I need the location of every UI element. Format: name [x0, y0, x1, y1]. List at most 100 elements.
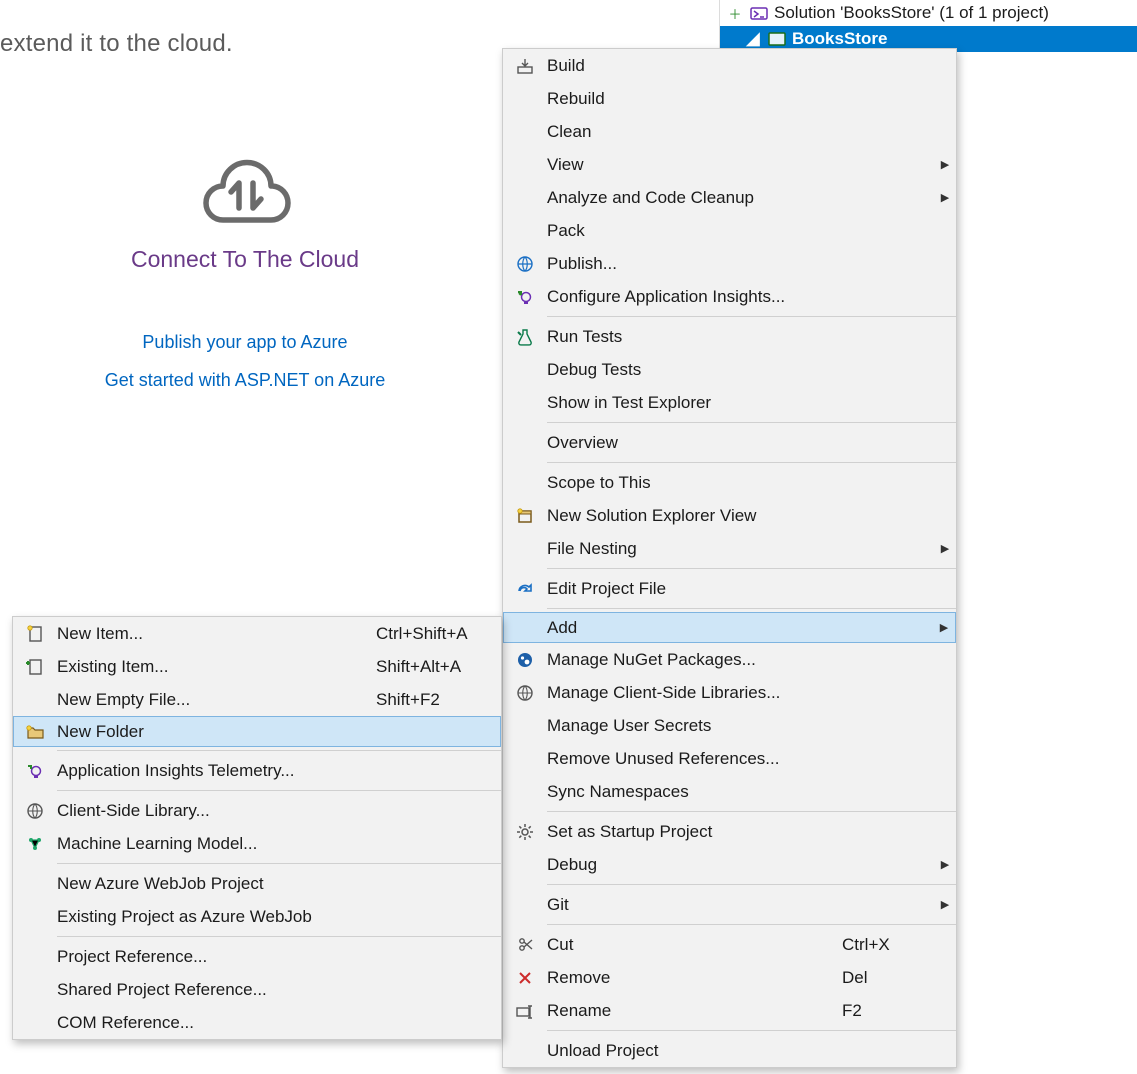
menu-file-nesting-label: File Nesting	[547, 539, 842, 559]
menu-git[interactable]: Git▶	[503, 888, 956, 921]
menu-set-startup-label: Set as Startup Project	[547, 822, 842, 842]
menu-cut[interactable]: Cut Ctrl+X	[503, 928, 956, 961]
menu-separator	[547, 884, 956, 885]
menu-separator	[57, 936, 501, 937]
menu-publish[interactable]: Publish...	[503, 247, 956, 280]
expand-plus-icon[interactable]: ＋	[726, 4, 744, 23]
menu-manage-nuget[interactable]: Manage NuGet Packages...	[503, 643, 956, 676]
menu-new-solution-explorer-view-label: New Solution Explorer View	[547, 506, 842, 526]
submenu-existing-item-shortcut: Shift+Alt+A	[376, 657, 501, 677]
menu-view-label: View	[547, 155, 842, 175]
menu-scope-to-this[interactable]: Scope to This	[503, 466, 956, 499]
menu-manage-client-libs[interactable]: Manage Client-Side Libraries...	[503, 676, 956, 709]
submenu-ml-model-label: Machine Learning Model...	[57, 834, 376, 854]
submenu-existing-azure-webjob[interactable]: Existing Project as Azure WebJob	[13, 900, 501, 933]
new-view-icon	[503, 507, 547, 525]
globe-icon	[503, 255, 547, 273]
menu-rename-shortcut: F2	[842, 1001, 934, 1021]
menu-show-test-explorer-label: Show in Test Explorer	[547, 393, 842, 413]
submenu-arrow-icon: ▶	[933, 621, 955, 634]
menu-run-tests-label: Run Tests	[547, 327, 842, 347]
menu-file-nesting[interactable]: File Nesting▶	[503, 532, 956, 565]
menu-edit-project-file[interactable]: Edit Project File	[503, 572, 956, 605]
menu-add[interactable]: Add ▶	[503, 612, 956, 643]
menu-overview[interactable]: Overview	[503, 426, 956, 459]
menu-view[interactable]: View ▶	[503, 148, 956, 181]
submenu-existing-item[interactable]: Existing Item... Shift+Alt+A	[13, 650, 501, 683]
menu-separator	[547, 316, 956, 317]
menu-remove-unused-refs-label: Remove Unused References...	[547, 749, 842, 769]
menu-run-tests[interactable]: Run Tests	[503, 320, 956, 353]
solution-node[interactable]: ＋ Solution 'BooksStore' (1 of 1 project)	[720, 0, 1137, 26]
submenu-ml-model[interactable]: Machine Learning Model...	[13, 827, 501, 860]
globe-icon	[13, 802, 57, 820]
menu-rebuild[interactable]: Rebuild	[503, 82, 956, 115]
submenu-new-empty-file[interactable]: New Empty File... Shift+F2	[13, 683, 501, 716]
edit-arrow-icon	[503, 580, 547, 598]
menu-debug[interactable]: Debug ▶	[503, 848, 956, 881]
submenu-shared-project-reference[interactable]: Shared Project Reference...	[13, 973, 501, 1006]
menu-pack-label: Pack	[547, 221, 842, 241]
menu-debug-label: Debug	[547, 855, 842, 875]
menu-remove[interactable]: Remove Del	[503, 961, 956, 994]
flask-icon	[503, 328, 547, 346]
menu-unload-project-label: Unload Project	[547, 1041, 842, 1061]
submenu-new-azure-webjob[interactable]: New Azure WebJob Project	[13, 867, 501, 900]
menu-rename[interactable]: Rename F2	[503, 994, 956, 1027]
submenu-new-item-label: New Item...	[57, 624, 376, 644]
menu-sync-namespaces[interactable]: Sync Namespaces	[503, 775, 956, 808]
menu-rebuild-label: Rebuild	[547, 89, 842, 109]
menu-remove-unused-refs[interactable]: Remove Unused References...	[503, 742, 956, 775]
publish-azure-link[interactable]: Publish your app to Azure	[85, 323, 405, 361]
menu-analyze[interactable]: Analyze and Code Cleanup ▶	[503, 181, 956, 214]
project-context-menu: Build Rebuild Clean View ▶ Analyze and Co…	[502, 48, 957, 1068]
cloud-icon	[199, 150, 291, 228]
submenu-app-insights-telemetry-label: Application Insights Telemetry...	[57, 761, 376, 781]
menu-separator	[57, 863, 501, 864]
submenu-project-reference[interactable]: Project Reference...	[13, 940, 501, 973]
submenu-com-reference[interactable]: COM Reference...	[13, 1006, 501, 1039]
get-started-aspnet-link[interactable]: Get started with ASP.NET on Azure	[85, 361, 405, 399]
menu-pack[interactable]: Pack	[503, 214, 956, 247]
nuget-icon	[503, 651, 547, 669]
submenu-new-item[interactable]: New Item... Ctrl+Shift+A	[13, 617, 501, 650]
menu-rename-label: Rename	[547, 1001, 842, 1021]
menu-publish-label: Publish...	[547, 254, 842, 274]
new-item-icon	[13, 625, 57, 643]
overview-subheading: extend it to the cloud.	[0, 30, 233, 58]
menu-set-startup[interactable]: Set as Startup Project	[503, 815, 956, 848]
menu-separator	[57, 750, 501, 751]
menu-separator	[547, 811, 956, 812]
menu-build-label: Build	[547, 56, 842, 76]
menu-config-insights[interactable]: Configure Application Insights...	[503, 280, 956, 313]
submenu-client-side-library[interactable]: Client-Side Library...	[13, 794, 501, 827]
submenu-app-insights-telemetry[interactable]: Application Insights Telemetry...	[13, 754, 501, 787]
add-submenu: New Item... Ctrl+Shift+A Existing Item..…	[12, 616, 502, 1040]
submenu-arrow-icon: ▶	[934, 858, 956, 871]
submenu-existing-item-label: Existing Item...	[57, 657, 376, 677]
menu-show-test-explorer[interactable]: Show in Test Explorer	[503, 386, 956, 419]
menu-sync-namespaces-label: Sync Namespaces	[547, 782, 842, 802]
menu-build[interactable]: Build	[503, 49, 956, 82]
menu-manage-user-secrets[interactable]: Manage User Secrets	[503, 709, 956, 742]
submenu-arrow-icon: ▶	[934, 158, 956, 171]
menu-clean[interactable]: Clean	[503, 115, 956, 148]
menu-config-insights-label: Configure Application Insights...	[547, 287, 842, 307]
menu-debug-tests[interactable]: Debug Tests	[503, 353, 956, 386]
menu-unload-project[interactable]: Unload Project	[503, 1034, 956, 1067]
menu-analyze-label: Analyze and Code Cleanup	[547, 188, 842, 208]
delete-icon	[503, 970, 547, 986]
submenu-arrow-icon: ▶	[934, 191, 956, 204]
menu-remove-label: Remove	[547, 968, 842, 988]
connect-cloud-block: Connect To The Cloud Publish your app to…	[85, 150, 405, 399]
new-folder-icon	[14, 724, 57, 740]
menu-separator	[547, 462, 956, 463]
menu-separator	[547, 1030, 956, 1031]
collapse-icon[interactable]: ◢	[744, 29, 762, 49]
menu-remove-shortcut: Del	[842, 968, 934, 988]
globe-icon	[503, 684, 547, 702]
submenu-new-folder[interactable]: New Folder	[13, 716, 501, 747]
menu-separator	[547, 608, 956, 609]
solution-icon	[750, 5, 768, 21]
menu-new-solution-explorer-view[interactable]: New Solution Explorer View	[503, 499, 956, 532]
